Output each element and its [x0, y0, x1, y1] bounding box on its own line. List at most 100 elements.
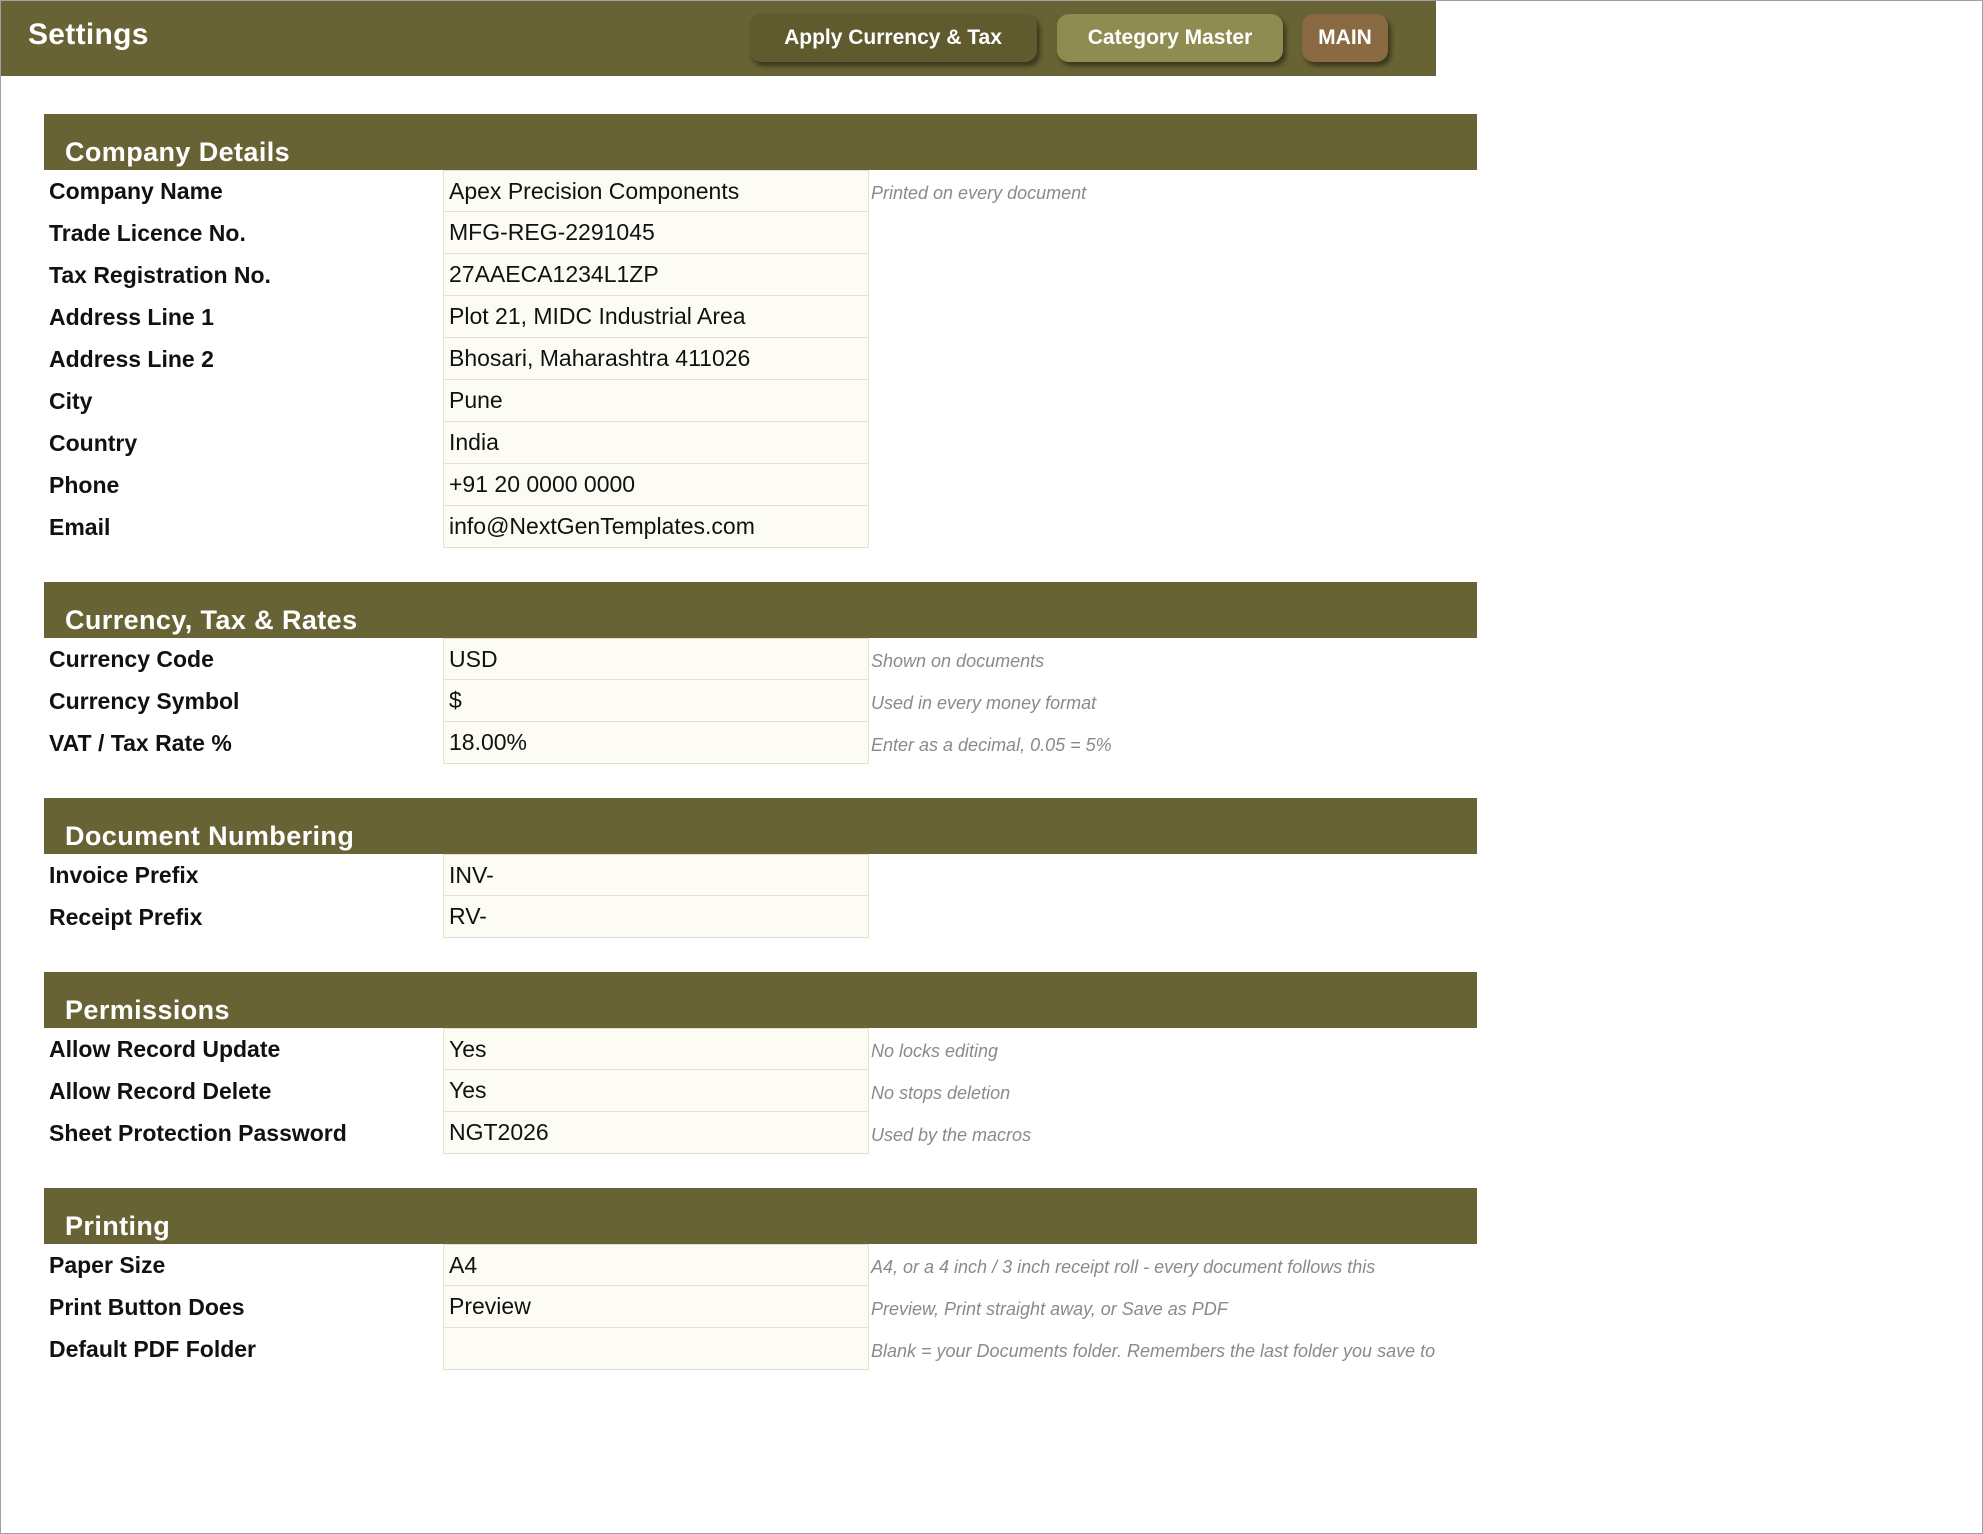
setting-row-print-button: Print Button Does Preview Preview, Print… [44, 1286, 1477, 1328]
setting-label: Receipt Prefix [49, 904, 203, 930]
page-title: Settings [28, 18, 149, 51]
setting-row-paper-size: Paper Size A4 A4, or a 4 inch / 3 inch r… [44, 1244, 1477, 1286]
setting-value: NGT2026 [449, 1119, 549, 1145]
setting-value: $ [449, 687, 462, 713]
setting-row-city: City Pune [44, 380, 1477, 422]
section-title: Company Details [65, 137, 291, 167]
section-header: Permissions [44, 972, 1477, 1028]
setting-label: Currency Code [49, 646, 214, 672]
default-pdf-folder-field[interactable] [443, 1328, 869, 1370]
setting-value: Yes [449, 1036, 487, 1062]
section-company-details: Company Details Company Name Apex Precis… [44, 114, 1477, 548]
setting-value: Apex Precision Components [449, 178, 740, 204]
section-permissions: Permissions Allow Record Update Yes No l… [44, 972, 1477, 1154]
setting-label: Country [49, 430, 138, 456]
address-line-1-field[interactable]: Plot 21, MIDC Industrial Area [443, 296, 869, 338]
setting-value: A4 [449, 1252, 478, 1278]
setting-value: info@NextGenTemplates.com [449, 513, 755, 539]
tax-rate-field[interactable]: 18.00% [443, 722, 869, 764]
city-field[interactable]: Pune [443, 380, 869, 422]
section-title: Permissions [65, 995, 230, 1025]
header-bar: Settings Apply Currency & Tax Category M… [1, 1, 1436, 76]
setting-note: Enter as a decimal, 0.05 = 5% [871, 735, 1112, 755]
setting-value: Plot 21, MIDC Industrial Area [449, 303, 746, 329]
tax-registration-field[interactable]: 27AAECA1234L1ZP [443, 254, 869, 296]
section-printing: Printing Paper Size A4 A4, or a 4 inch /… [44, 1188, 1477, 1370]
setting-label: Phone [49, 472, 120, 498]
setting-row-pdf-folder: Default PDF Folder Blank = your Document… [44, 1328, 1477, 1370]
setting-row-receipt-prefix: Receipt Prefix RV- [44, 896, 1477, 938]
setting-note: Used in every money format [871, 693, 1097, 713]
currency-code-field[interactable]: USD [443, 638, 869, 680]
setting-value: +91 20 0000 0000 [449, 471, 636, 497]
setting-label: Email [49, 514, 111, 540]
setting-row-allow-update: Allow Record Update Yes No locks editing [44, 1028, 1477, 1070]
setting-label: Allow Record Update [49, 1036, 281, 1062]
setting-label: Paper Size [49, 1252, 166, 1278]
invoice-prefix-field[interactable]: INV- [443, 854, 869, 896]
setting-note: Used by the macros [871, 1125, 1032, 1145]
setting-row-company-name: Company Name Apex Precision Components P… [44, 170, 1477, 212]
setting-row-allow-delete: Allow Record Delete Yes No stops deletio… [44, 1070, 1477, 1112]
setting-row-currency-code: Currency Code USD Shown on documents [44, 638, 1477, 680]
setting-value: 27AAECA1234L1ZP [449, 261, 659, 287]
setting-note: Shown on documents [871, 651, 1045, 671]
setting-value: MFG-REG-2291045 [449, 219, 655, 245]
setting-row-email: Email info@NextGenTemplates.com [44, 506, 1477, 548]
allow-record-update-field[interactable]: Yes [443, 1028, 869, 1070]
setting-label: Print Button Does [49, 1294, 245, 1320]
section-rows: Paper Size A4 A4, or a 4 inch / 3 inch r… [44, 1244, 1477, 1370]
setting-note: No stops deletion [871, 1083, 1011, 1103]
setting-row-invoice-prefix: Invoice Prefix INV- [44, 854, 1477, 896]
setting-row-tax-rate: VAT / Tax Rate % 18.00% Enter as a decim… [44, 722, 1477, 764]
section-header: Currency, Tax & Rates [44, 582, 1477, 638]
apply-currency-tax-button[interactable]: Apply Currency & Tax [749, 14, 1037, 62]
setting-label: VAT / Tax Rate % [49, 730, 232, 756]
allow-record-delete-field[interactable]: Yes [443, 1070, 869, 1112]
setting-value: INV- [449, 862, 494, 888]
print-button-does-field[interactable]: Preview [443, 1286, 869, 1328]
section-header: Printing [44, 1188, 1477, 1244]
setting-value: USD [449, 646, 498, 672]
receipt-prefix-field[interactable]: RV- [443, 896, 869, 938]
currency-symbol-field[interactable]: $ [443, 680, 869, 722]
setting-value: India [449, 429, 499, 455]
setting-label: Invoice Prefix [49, 862, 199, 888]
setting-label: Sheet Protection Password [49, 1120, 347, 1146]
setting-value: Yes [449, 1077, 487, 1103]
setting-row-country: Country India [44, 422, 1477, 464]
setting-row-address-1: Address Line 1 Plot 21, MIDC Industrial … [44, 296, 1477, 338]
setting-row-address-2: Address Line 2 Bhosari, Maharashtra 4110… [44, 338, 1477, 380]
setting-value: Bhosari, Maharashtra 411026 [449, 345, 751, 371]
setting-row-password: Sheet Protection Password NGT2026 Used b… [44, 1112, 1477, 1154]
section-header: Company Details [44, 114, 1477, 170]
address-line-2-field[interactable]: Bhosari, Maharashtra 411026 [443, 338, 869, 380]
setting-label: City [49, 388, 93, 414]
setting-note: A4, or a 4 inch / 3 inch receipt roll - … [871, 1257, 1376, 1277]
settings-sheet: Settings Apply Currency & Tax Category M… [0, 0, 1983, 1534]
setting-row-tax-registration: Tax Registration No. 27AAECA1234L1ZP [44, 254, 1477, 296]
section-rows: Allow Record Update Yes No locks editing… [44, 1028, 1477, 1154]
setting-row-phone: Phone +91 20 0000 0000 [44, 464, 1477, 506]
sheet-protection-password-field[interactable]: NGT2026 [443, 1112, 869, 1154]
main-button[interactable]: MAIN [1302, 14, 1388, 62]
category-master-button[interactable]: Category Master [1057, 14, 1283, 62]
paper-size-field[interactable]: A4 [443, 1244, 869, 1286]
setting-value: Preview [449, 1293, 531, 1319]
email-field[interactable]: info@NextGenTemplates.com [443, 506, 869, 548]
country-field[interactable]: India [443, 422, 869, 464]
trade-licence-field[interactable]: MFG-REG-2291045 [443, 212, 869, 254]
section-rows: Invoice Prefix INV- Receipt Prefix RV- [44, 854, 1477, 938]
section-title: Document Numbering [65, 821, 355, 851]
setting-label: Currency Symbol [49, 688, 240, 714]
setting-note: Blank = your Documents folder. Remembers… [871, 1341, 1436, 1361]
setting-note: Printed on every document [871, 183, 1087, 203]
section-currency-tax: Currency, Tax & Rates Currency Code USD … [44, 582, 1477, 764]
setting-row-trade-licence: Trade Licence No. MFG-REG-2291045 [44, 212, 1477, 254]
setting-label: Allow Record Delete [49, 1078, 272, 1104]
setting-value: Pune [449, 387, 503, 413]
phone-field[interactable]: +91 20 0000 0000 [443, 464, 869, 506]
setting-label: Default PDF Folder [49, 1336, 257, 1362]
company-name-field[interactable]: Apex Precision Components [443, 170, 869, 212]
setting-value: 18.00% [449, 729, 528, 755]
